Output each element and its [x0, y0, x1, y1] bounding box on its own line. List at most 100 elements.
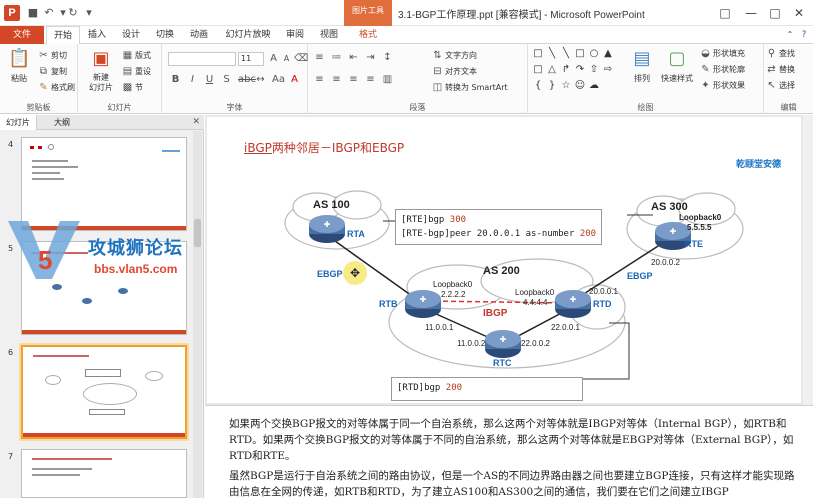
italic-icon[interactable]: I — [187, 74, 198, 85]
thumb-line — [32, 458, 112, 460]
strikethrough-icon[interactable]: abc — [238, 74, 256, 85]
shape-line-icon[interactable]: ╲ — [546, 48, 558, 60]
shape-rect2-icon[interactable]: □ — [532, 64, 544, 76]
workspace-scrollbar[interactable] — [803, 115, 813, 405]
font-name-combo[interactable] — [168, 52, 236, 66]
shape-more-icon[interactable]: ▲ — [602, 48, 614, 60]
powerpoint-icon[interactable]: P — [4, 5, 20, 21]
notes-pane[interactable]: 如果两个交换BGP报文的对等体属于同一个自治系统，那么这两个对等体就是IBGP对… — [205, 405, 813, 498]
shape-textbox-icon[interactable]: □ — [532, 48, 544, 60]
shape-outline-button[interactable]: ✎ 形状轮廓 — [700, 64, 745, 75]
shape-brace2-icon[interactable]: } — [546, 80, 558, 92]
router-rtc[interactable]: ✚ — [485, 330, 521, 358]
shape-line2-icon[interactable]: ╲ — [560, 48, 572, 60]
shape-brace-icon[interactable]: { — [532, 80, 544, 92]
section-button[interactable]: ▩ 节 — [122, 82, 143, 93]
close-panel-icon[interactable]: ✕ — [192, 117, 200, 127]
numbering-icon[interactable]: ≔ — [331, 52, 342, 63]
tab-transitions[interactable]: 切换 — [150, 26, 180, 44]
shape-oval-icon[interactable]: ○ — [588, 48, 600, 60]
thumb-codebox — [85, 369, 121, 377]
help-icon[interactable]: □ — [712, 3, 738, 23]
change-case-icon[interactable]: Aa — [272, 74, 285, 85]
minimize-button[interactable]: — — [738, 3, 764, 23]
tab-slides[interactable]: 幻灯片 — [0, 115, 37, 130]
slide-thumbnail[interactable] — [21, 449, 187, 498]
shrink-font-icon[interactable]: A — [281, 53, 292, 64]
slide-canvas[interactable]: iBGP两种邻居－IBGP和EBGP 乾颐堂安德 ✚ ✚ ✚ ✚ ✚ ✥ [RT… — [207, 117, 801, 403]
close-button[interactable]: ✕ — [786, 3, 812, 23]
shape-arrow-icon[interactable]: ⇧ — [588, 64, 600, 76]
bullets-icon[interactable]: ≡ — [314, 52, 325, 63]
quick-styles-button[interactable]: ▢ 快速样式 — [658, 48, 696, 84]
maximize-button[interactable]: □ — [762, 3, 788, 23]
select-button[interactable]: ↖ 选择 — [766, 80, 795, 91]
underline-icon[interactable]: U — [204, 74, 215, 85]
grow-font-icon[interactable]: AA — [268, 53, 292, 64]
label-as100: AS 100 — [313, 199, 350, 211]
shape-curve-icon[interactable]: ↷ — [574, 64, 586, 76]
shape-effects-button[interactable]: ✦ 形状效果 — [700, 80, 745, 91]
help-question-icon[interactable]: ? — [798, 26, 810, 44]
tab-view[interactable]: 视图 — [314, 26, 344, 44]
paste-button[interactable]: 📋 粘贴 — [6, 48, 32, 84]
line-spacing-icon[interactable]: ↕ — [382, 52, 393, 63]
slide-thumbnail-selected[interactable] — [21, 345, 187, 439]
reset-button[interactable]: ▤ 重设 — [122, 66, 151, 77]
tab-design[interactable]: 设计 — [116, 26, 146, 44]
router-rtd[interactable]: ✚ — [555, 290, 591, 318]
shape-arrow2-icon[interactable]: ⇨ — [602, 64, 614, 76]
shape-triangle-icon[interactable]: △ — [546, 64, 558, 76]
smartart-button[interactable]: ◫ 转换为 SmartArt — [432, 82, 508, 93]
shape-cloud-icon[interactable]: ☁ — [588, 80, 600, 92]
replace-button[interactable]: ⇄ 替换 — [766, 64, 795, 75]
char-spacing-icon[interactable]: ↔ — [255, 74, 266, 85]
router-rta[interactable]: ✚ — [309, 215, 345, 243]
tab-outline[interactable]: 大纲 — [48, 115, 76, 130]
shape-fill-button[interactable]: ◒ 形状填充 — [700, 48, 745, 59]
panel-scroll-thumb[interactable] — [194, 219, 201, 247]
cut-button[interactable]: ✂ 剪切 — [38, 50, 67, 61]
undo-icon[interactable]: ↶ — [42, 6, 56, 20]
increase-indent-icon[interactable]: ⇥ — [365, 52, 376, 63]
arrange-button[interactable]: ▤ 排列 — [630, 48, 654, 84]
label-rta: RTA — [347, 229, 365, 239]
find-button[interactable]: ⚲ 查找 — [766, 48, 795, 59]
redo-icon[interactable]: ↻ — [66, 6, 80, 20]
tab-slideshow[interactable]: 幻灯片放映 — [220, 26, 276, 44]
clear-format-icon[interactable]: ⌫ — [294, 53, 308, 64]
decrease-indent-icon[interactable]: ⇤ — [348, 52, 359, 63]
tab-format[interactable]: 格式 — [352, 26, 384, 44]
columns-icon[interactable]: ▥ — [382, 74, 393, 85]
font-color-icon[interactable]: A — [289, 74, 300, 85]
font-size-combo[interactable]: 11 — [238, 52, 264, 66]
tab-animations[interactable]: 动画 — [184, 26, 214, 44]
tab-file[interactable]: 文件 — [0, 26, 44, 44]
arrange-icon: ▤ — [633, 48, 651, 69]
save-icon[interactable]: ■ — [26, 6, 40, 20]
align-right-icon[interactable]: ≡ — [348, 74, 359, 85]
copy-button[interactable]: ⧉ 复制 — [38, 66, 67, 77]
tab-insert[interactable]: 插入 — [82, 26, 112, 44]
shadow-icon[interactable]: S — [221, 74, 232, 85]
justify-icon[interactable]: ≡ — [365, 74, 376, 85]
collapse-ribbon-icon[interactable]: ⌃ — [784, 26, 796, 44]
new-slide-button[interactable]: ▣ 新建 幻灯片 — [86, 48, 116, 93]
slide-number: 4 — [8, 140, 14, 149]
customize-toolbar-icon[interactable]: ▾ — [82, 6, 96, 20]
format-painter-button[interactable]: ✎ 格式刷 — [38, 82, 75, 93]
align-center-icon[interactable]: ≡ — [331, 74, 342, 85]
router-rtb[interactable]: ✚ — [405, 290, 441, 318]
layout-button[interactable]: ▦ 版式 — [122, 50, 151, 61]
shape-elbow-icon[interactable]: ↱ — [560, 64, 572, 76]
panel-scrollbar[interactable] — [193, 131, 202, 498]
text-direction-button[interactable]: ⇅ 文字方向 — [432, 50, 477, 61]
shape-star-icon[interactable]: ☆ — [560, 80, 572, 92]
shape-rect-icon[interactable]: □ — [574, 48, 586, 60]
tab-home[interactable]: 开始 — [46, 26, 80, 45]
tab-review[interactable]: 审阅 — [280, 26, 310, 44]
shape-smile-icon[interactable]: ☺ — [574, 80, 586, 92]
align-left-icon[interactable]: ≡ — [314, 74, 325, 85]
bold-icon[interactable]: B — [170, 74, 181, 85]
align-text-button[interactable]: ⊟ 对齐文本 — [432, 66, 477, 77]
